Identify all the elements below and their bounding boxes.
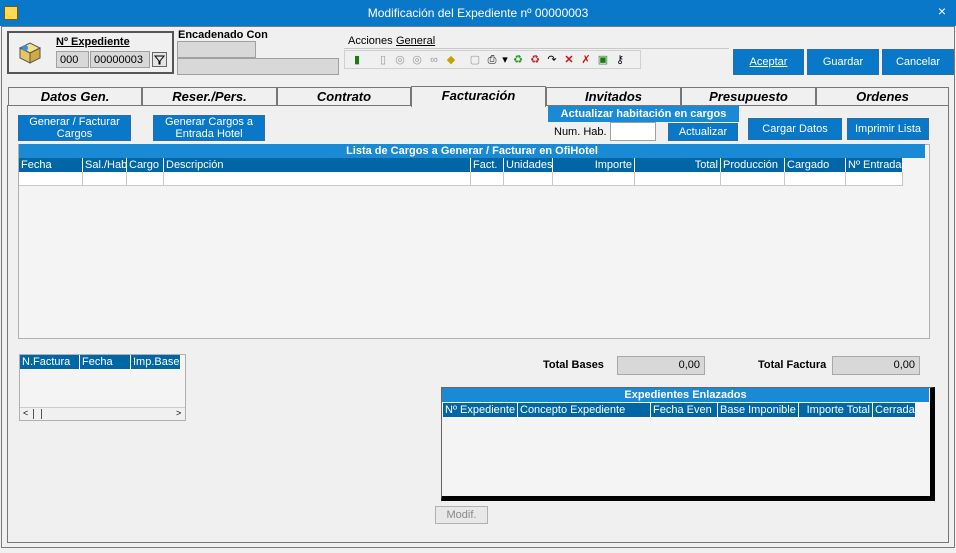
tab-contrato[interactable]: Contrato [277,87,411,106]
box-icon [18,42,42,64]
eraser-icon[interactable]: ◆ [444,53,458,67]
menu-general[interactable]: General [396,35,435,47]
facturas-column-header[interactable]: Fecha [80,355,131,369]
delete-icon[interactable]: ✕ [562,53,576,67]
scroll-right-icon[interactable]: > [176,408,181,418]
print-preview-icon[interactable]: ◎ [393,53,407,67]
cargos-cell[interactable] [635,172,721,186]
cargar-datos-button[interactable]: Cargar Datos [748,118,842,140]
exit-icon[interactable]: ▮ [350,53,364,67]
cargos-cell[interactable] [721,172,785,186]
cargos-cell[interactable] [785,172,846,186]
excel-icon[interactable]: ▣ [596,53,610,67]
expediente-number-field[interactable]: 00000003 [90,51,150,68]
generar-entrada-button[interactable]: Generar Cargos a Entrada Hotel [153,115,265,141]
recycle-green-icon[interactable]: ♻ [511,53,525,67]
delete-doc-icon[interactable]: ✗ [579,53,593,67]
enlazados-column-header[interactable]: Nº Expediente [443,403,518,417]
cargos-grid-title: Lista de Cargos a Generar / Facturar en … [19,144,925,158]
cargos-cell[interactable] [846,172,903,186]
guardar-button[interactable]: Guardar [807,49,879,75]
cargos-column-header[interactable]: Importe [553,158,635,172]
cargos-cell[interactable] [553,172,635,186]
cargos-cell[interactable] [164,172,471,186]
cargos-cell[interactable] [471,172,504,186]
total-factura-label: Total Factura [758,359,827,371]
new-icon[interactable]: ▯ [376,53,390,67]
tab-datos-gen[interactable]: Datos Gen. [8,87,142,106]
printer-icon[interactable]: ⎙ [485,53,499,67]
facturas-scrollbar[interactable]: < > [20,407,185,420]
menu-acciones[interactable]: Acciones [348,35,393,47]
binoculars-icon[interactable]: ∞ [427,53,441,67]
encadenado-desc-field [177,58,339,75]
encadenado-field[interactable] [177,41,256,58]
title-bar: Modificación del Expediente nº 00000003 … [0,0,956,26]
enlazados-column-header[interactable]: Base Imponible [718,403,799,417]
cargos-column-header[interactable]: Unidades [504,158,553,172]
encadenado-label: Encadenado Con [178,29,268,41]
toolbar: ▮ ▯ ◎ ◎ ∞ ◆ ▢ ⎙ ▾ ♻ ♻ ↷ ✕ ✗ ▣ ⚷ [344,50,641,69]
cargos-cell[interactable] [83,172,127,186]
facturas-column-header[interactable]: N.Factura [20,355,80,369]
imprimir-lista-button[interactable]: Imprimir Lista [847,118,929,140]
enlazados-column-header[interactable]: Cerrada [873,403,916,417]
cargos-column-header[interactable]: Descripción [164,158,471,172]
cargos-column-header[interactable]: Cargado [785,158,846,172]
tab-reser-pers[interactable]: Reser./Pers. [142,87,277,106]
window-title: Modificación del Expediente nº 00000003 [367,6,589,20]
enlazados-column-header[interactable]: Fecha Even [651,403,718,417]
separator-icon [367,53,373,67]
modif-button[interactable]: Modif. [435,506,488,524]
dropdown-icon[interactable]: ▾ [502,53,508,67]
cargos-column-header[interactable]: Sal./Hab. [83,158,127,172]
expediente-label: Nº Expediente [56,36,130,48]
cargos-cell[interactable] [19,172,83,186]
total-bases-label: Total Bases [543,359,604,371]
tab-facturacion[interactable]: Facturación [411,86,546,107]
tab-presupuesto[interactable]: Presupuesto [681,87,816,106]
scroll-left-icon[interactable]: < [23,408,28,418]
aceptar-button[interactable]: Aceptar [733,49,804,75]
expediente-box: Nº Expediente 000 00000003 [7,31,174,74]
cargos-column-header[interactable]: Cargo [127,158,164,172]
cargos-column-header[interactable]: Fact. [471,158,504,172]
enlazados-column-header[interactable]: Importe Total [799,403,873,417]
cargos-cell[interactable] [504,172,553,186]
document-icon[interactable]: ▢ [468,53,482,67]
cargos-column-header[interactable]: Producción [721,158,785,172]
key-icon[interactable]: ⚷ [613,53,627,67]
cargos-column-header[interactable]: Fecha [19,158,83,172]
cargos-column-header[interactable]: Total [635,158,721,172]
redo-icon[interactable]: ↷ [545,53,559,67]
actualizar-button[interactable]: Actualizar [668,123,738,141]
tab-ordenes[interactable]: Ordenes [816,87,949,106]
close-icon[interactable]: × [938,3,946,19]
cargos-cell[interactable] [127,172,164,186]
enlazados-column-header[interactable]: Concepto Expediente [518,403,651,417]
total-bases-value: 0,00 [617,356,705,375]
num-hab-label: Num. Hab. [554,126,607,138]
separator-icon [461,53,465,67]
generar-facturar-button[interactable]: Generar / Facturar Cargos [18,115,131,141]
lookup-button[interactable] [152,52,167,67]
expediente-serie-field[interactable]: 000 [56,51,89,68]
filter-icon [153,55,166,65]
total-factura-value: 0,00 [832,356,920,375]
search-icon[interactable]: ◎ [410,53,424,67]
enlazados-title: Expedientes Enlazados [442,388,929,402]
facturas-column-header[interactable]: Imp.Base [131,355,181,369]
num-hab-input[interactable] [610,122,656,141]
tab-invitados[interactable]: Invitados [546,87,681,106]
cargos-column-header[interactable]: Nº Entrada [846,158,903,172]
actualizar-hab-title: Actualizar habitación en cargos [548,106,739,122]
recycle-red-icon[interactable]: ♻ [528,53,542,67]
scroll-thumb[interactable] [33,409,42,419]
cancelar-button[interactable]: Cancelar [882,49,954,75]
